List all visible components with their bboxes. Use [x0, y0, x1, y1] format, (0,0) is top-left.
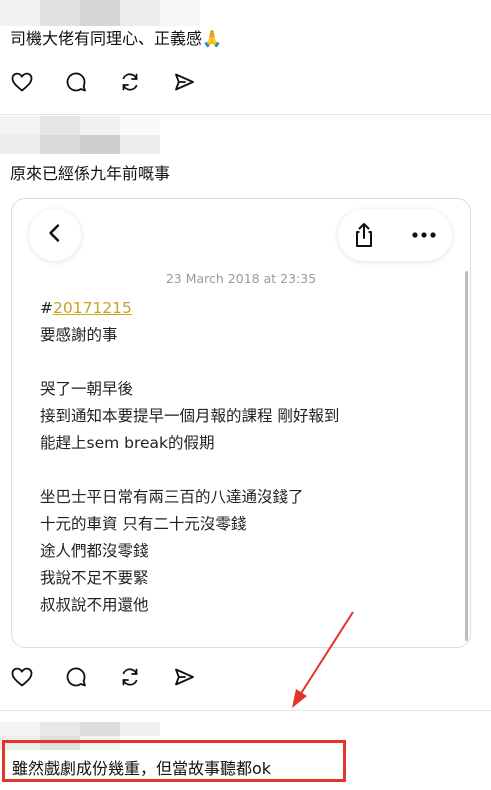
- divider: [0, 114, 491, 115]
- repost-icon[interactable]: [118, 665, 142, 689]
- share-icon[interactable]: [172, 70, 196, 94]
- note-body: #20171215 要感謝的事 哭了一朝早後 接到通知本要提早一個月報的課程 剛…: [40, 295, 339, 619]
- post-actions: [10, 663, 196, 691]
- post-actions: [10, 68, 196, 96]
- highlight-box-annotation: [2, 740, 346, 782]
- note-line: 我說不足不要緊: [40, 569, 149, 587]
- author-name-blurred: [0, 116, 200, 154]
- heart-icon[interactable]: [10, 70, 34, 94]
- post-text: 司機大佬有同理心、正義感🙏: [10, 29, 222, 48]
- note-line: 叔叔說不用還他: [40, 596, 149, 614]
- note-line: 坐巴士平日常有兩三百的八達通沒錢了: [40, 488, 304, 506]
- back-button[interactable]: [29, 209, 81, 261]
- comment-icon[interactable]: [64, 665, 88, 689]
- note-line: [40, 457, 339, 484]
- more-icon[interactable]: [408, 221, 440, 249]
- note-line: [40, 349, 339, 376]
- note-scrollbar[interactable]: [465, 271, 468, 641]
- note-line: 十元的車資 只有二十元沒零錢: [40, 515, 247, 533]
- note-line: 接到通知本要提早一個月報的課程 剛好報到: [40, 407, 340, 425]
- comment-icon[interactable]: [64, 70, 88, 94]
- heart-icon[interactable]: [10, 665, 34, 689]
- author-name-blurred: [0, 0, 200, 26]
- note-line: 能趕上sem break的假期: [40, 434, 215, 452]
- repost-icon[interactable]: [118, 70, 142, 94]
- note-line: 途人們都沒零錢: [40, 542, 149, 560]
- hashtag-link[interactable]: 20171215: [53, 299, 132, 317]
- post-text: 原來已經係九年前嘅事: [10, 164, 171, 183]
- upload-icon[interactable]: [350, 221, 378, 249]
- divider: [0, 710, 491, 711]
- note-hashtag-line: #20171215: [40, 299, 132, 317]
- note-screenshot-attachment[interactable]: 23 March 2018 at 23:35 #20171215 要感謝的事 哭…: [11, 198, 471, 648]
- back-icon: [43, 221, 67, 249]
- note-line: 要感謝的事: [40, 326, 118, 344]
- share-icon[interactable]: [172, 665, 196, 689]
- note-line: 哭了一朝早後: [40, 380, 134, 398]
- note-timestamp: 23 March 2018 at 23:35: [165, 271, 317, 286]
- note-toolbar: [338, 209, 452, 261]
